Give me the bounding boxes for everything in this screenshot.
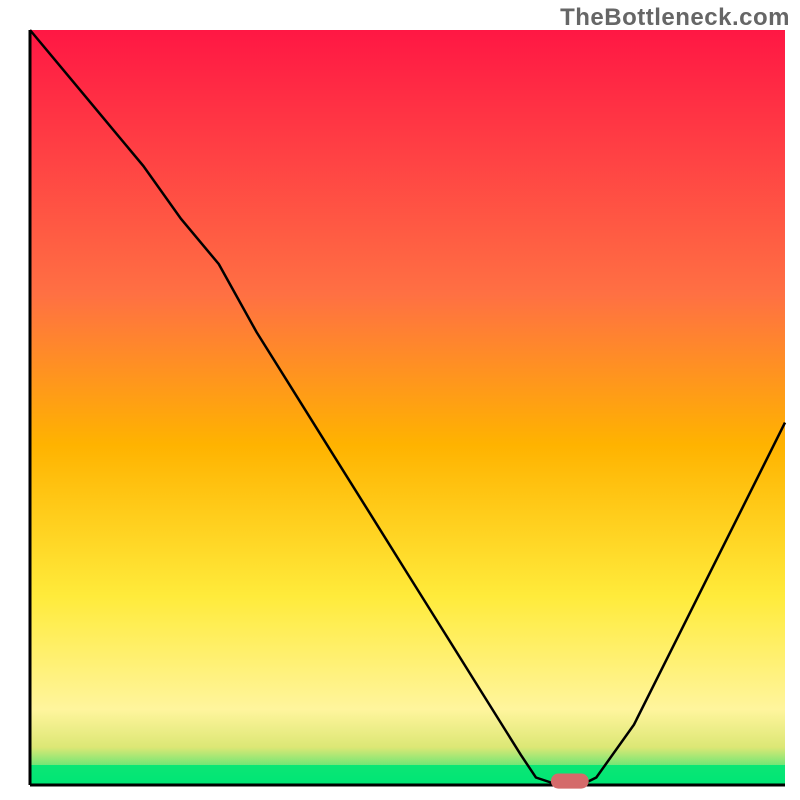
chart-container: TheBottleneck.com — [0, 0, 800, 800]
plot-background — [30, 30, 785, 785]
watermark-text: TheBottleneck.com — [560, 4, 790, 32]
optimal-marker — [551, 774, 589, 789]
chart-svg — [0, 0, 800, 800]
green-band — [30, 765, 785, 785]
